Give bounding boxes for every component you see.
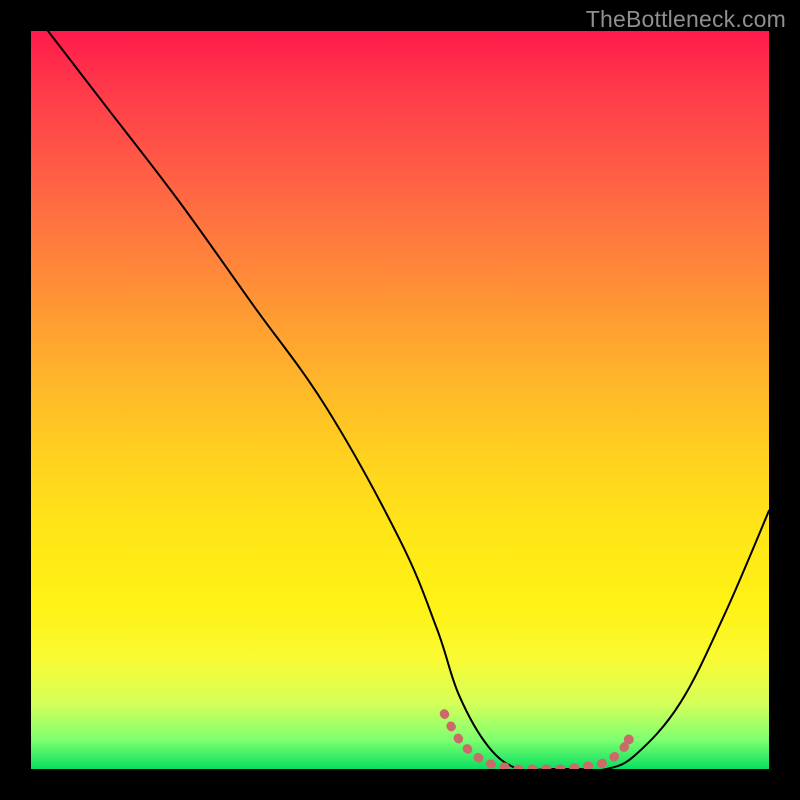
chart-frame: TheBottleneck.com	[0, 0, 800, 800]
chart-svg	[31, 31, 769, 769]
optimal-marker	[624, 734, 634, 744]
bottleneck-curve	[31, 31, 769, 769]
chart-plot-area	[31, 31, 769, 769]
watermark-text: TheBottleneck.com	[586, 6, 786, 33]
